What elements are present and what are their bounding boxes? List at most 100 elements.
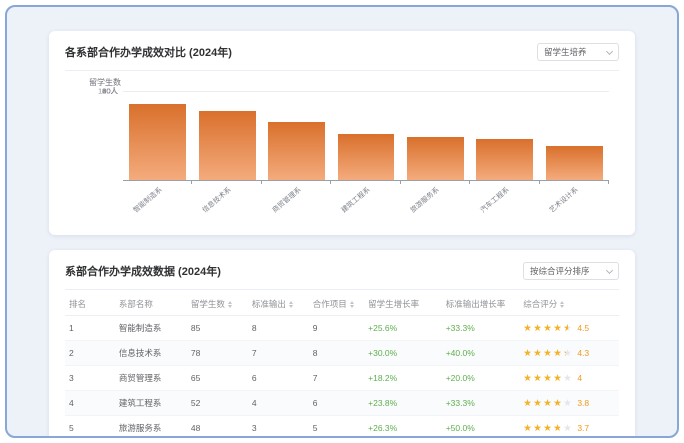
sort-icon[interactable]	[560, 301, 564, 308]
cell-output_growth: +33.3%	[442, 391, 520, 416]
cell-output_growth: +40.0%	[442, 341, 520, 366]
table-title: 系部合作办学成效数据 (2024年)	[65, 263, 221, 279]
x-tick-mark	[400, 180, 401, 184]
cell-score: ★★★★★★★★★★ 4.5	[519, 316, 619, 341]
bar-chart: 留学生数 0人20人40人60人80人100人 智能制造系信息技术系商贸管理系建…	[65, 75, 619, 223]
star-rating-fill: ★★★★★	[523, 424, 560, 434]
bar	[407, 137, 464, 180]
star-rating: ★★★★★★★★★★	[523, 349, 573, 359]
bar-slot: 智能制造系	[123, 91, 192, 180]
cell-output: 8	[248, 316, 309, 341]
score-value: 4.3	[577, 348, 589, 358]
x-tick-mark	[191, 180, 192, 184]
cell-dept: 建筑工程系	[115, 391, 187, 416]
x-tick-mark	[330, 180, 331, 184]
chart-metric-select[interactable]: 留学生培养	[537, 43, 619, 61]
bar-slot: 艺术设计系	[540, 91, 609, 180]
column-header-label: 标准输出增长率	[446, 299, 506, 309]
cell-projects: 9	[309, 316, 364, 341]
column-header-label: 合作项目	[313, 299, 347, 309]
cell-projects: 7	[309, 366, 364, 391]
chart-title: 各系部合作办学成效对比 (2024年)	[65, 44, 232, 60]
cell-students: 52	[187, 391, 248, 416]
table-sort-select[interactable]: 按综合评分排序	[523, 262, 619, 280]
x-axis-label: 信息技术系	[200, 185, 233, 215]
table-row: 2信息技术系7878+30.0%+40.0%★★★★★★★★★★4.3	[65, 341, 619, 366]
chart-plot-area: 0人20人40人60人80人100人 智能制造系信息技术系商贸管理系建筑工程系旅…	[123, 91, 609, 181]
y-tick-label: 100人	[98, 86, 118, 97]
bar	[476, 139, 533, 180]
cell-projects: 6	[309, 391, 364, 416]
chevron-down-icon	[606, 266, 613, 273]
cell-rank: 5	[65, 416, 115, 439]
cell-output: 3	[248, 416, 309, 439]
sort-icon[interactable]	[228, 301, 232, 308]
x-axis-label: 艺术设计系	[547, 185, 580, 215]
column-header-label: 综合评分	[523, 299, 557, 309]
star-rating: ★★★★★★★★★★	[523, 374, 573, 384]
sort-icon[interactable]	[350, 301, 354, 308]
star-rating-fill: ★★★★★	[523, 374, 563, 384]
bar	[546, 146, 603, 180]
bar	[338, 134, 395, 180]
column-header-output_growth: 标准输出增长率	[442, 292, 520, 316]
cell-score: ★★★★★★★★★★3.7	[519, 416, 619, 439]
table-sort-select-value: 按综合评分排序	[530, 265, 590, 277]
cell-output_growth: +50.0%	[442, 416, 520, 439]
cell-students: 85	[187, 316, 248, 341]
bar-slot: 商贸管理系	[262, 91, 331, 180]
performance-table: 排名系部名称留学生数标准输出合作项目留学生增长率标准输出增长率综合评分 1智能制…	[65, 292, 619, 438]
x-tick-mark	[261, 180, 262, 184]
cell-dept: 商贸管理系	[115, 366, 187, 391]
cell-output_growth: +20.0%	[442, 366, 520, 391]
x-axis-label: 汽车工程系	[478, 185, 511, 215]
bar-series: 智能制造系信息技术系商贸管理系建筑工程系旅游服务系汽车工程系艺术设计系	[123, 91, 609, 180]
score-value: 3.8	[577, 398, 589, 408]
column-header-label: 系部名称	[119, 299, 153, 309]
cell-output: 4	[248, 391, 309, 416]
star-rating-fill: ★★★★★	[523, 324, 568, 334]
table-row: 1智能制造系8589+25.6%+33.3%★★★★★★★★★★4.5	[65, 316, 619, 341]
star-rating-fill: ★★★★★	[523, 349, 566, 359]
table-row: 5旅游服务系4835+26.3%+50.0%★★★★★★★★★★3.7	[65, 416, 619, 439]
column-header-rank: 排名	[65, 292, 115, 316]
cell-student_growth: +18.2%	[364, 366, 442, 391]
chart-card: 各系部合作办学成效对比 (2024年) 留学生培养 留学生数 0人20人40人6…	[49, 31, 635, 235]
bar-slot: 旅游服务系	[401, 91, 470, 180]
table-header-row: 排名系部名称留学生数标准输出合作项目留学生增长率标准输出增长率综合评分	[65, 292, 619, 316]
cell-rank: 4	[65, 391, 115, 416]
star-rating: ★★★★★★★★★★	[523, 324, 573, 334]
x-axis-label: 商贸管理系	[270, 185, 303, 215]
column-header-score[interactable]: 综合评分	[519, 292, 619, 316]
star-rating: ★★★★★★★★★★	[523, 399, 573, 409]
x-axis-label: 旅游服务系	[409, 185, 442, 215]
table-row: 3商贸管理系6567+18.2%+20.0%★★★★★★★★★★4	[65, 366, 619, 391]
cell-projects: 5	[309, 416, 364, 439]
cell-rank: 2	[65, 341, 115, 366]
score-value: 4.5	[577, 323, 589, 333]
cell-rank: 3	[65, 366, 115, 391]
column-header-students[interactable]: 留学生数	[187, 292, 248, 316]
column-header-output[interactable]: 标准输出	[248, 292, 309, 316]
star-rating-fill: ★★★★★	[523, 399, 561, 409]
cell-rank: 1	[65, 316, 115, 341]
star-rating: ★★★★★★★★★★	[523, 424, 573, 434]
cell-score: ★★★★★★★★★★ 3.8	[519, 391, 619, 416]
cell-students: 48	[187, 416, 248, 439]
column-header-projects[interactable]: 合作项目	[309, 292, 364, 316]
table-row: 4建筑工程系5246+23.8%+33.3%★★★★★★★★★★3.8	[65, 391, 619, 416]
cell-dept: 旅游服务系	[115, 416, 187, 439]
cell-output_growth: +33.3%	[442, 316, 520, 341]
sort-icon[interactable]	[289, 301, 293, 308]
page-frame: 各系部合作办学成效对比 (2024年) 留学生培养 留学生数 0人20人40人6…	[5, 5, 679, 438]
cell-score: ★★★★★★★★★★ 4	[519, 366, 619, 391]
score-value: 4	[577, 373, 582, 383]
x-axis-label: 智能制造系	[131, 185, 164, 215]
column-header-label: 排名	[69, 299, 86, 309]
chart-header-divider	[65, 70, 619, 71]
bar-slot: 建筑工程系	[331, 91, 400, 180]
x-tick-mark	[539, 180, 540, 184]
cell-projects: 8	[309, 341, 364, 366]
column-header-dept: 系部名称	[115, 292, 187, 316]
bar	[268, 122, 325, 180]
